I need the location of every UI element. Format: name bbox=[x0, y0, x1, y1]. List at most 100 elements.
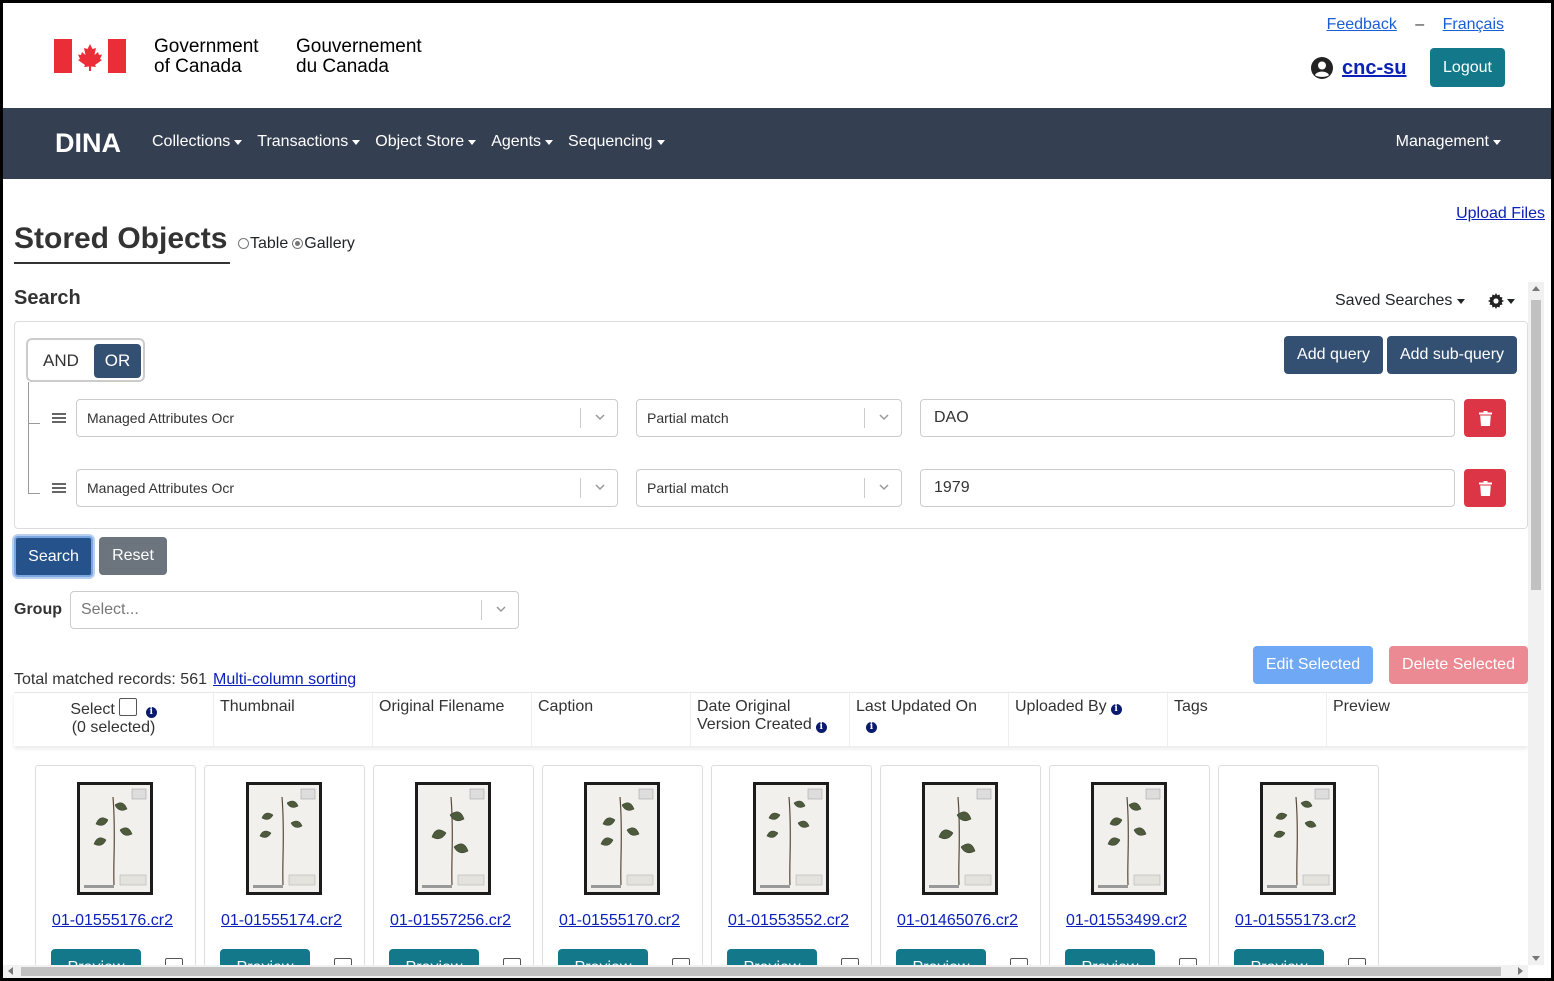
filename-link[interactable]: 01-01465076.cr2 bbox=[897, 912, 1018, 930]
and-button[interactable]: AND bbox=[34, 344, 88, 378]
nav-sequencing[interactable]: Sequencing bbox=[568, 133, 665, 151]
username-link[interactable]: cnc-su bbox=[1342, 57, 1406, 80]
preview-button[interactable]: Preview bbox=[896, 949, 986, 965]
filename-link[interactable]: 01-01555173.cr2 bbox=[1235, 912, 1356, 930]
reset-button[interactable]: Reset bbox=[99, 537, 167, 575]
filename-link[interactable]: 01-01555170.cr2 bbox=[559, 912, 680, 930]
caret-down-icon bbox=[545, 139, 554, 145]
filename-link[interactable]: 01-01555176.cr2 bbox=[52, 912, 173, 930]
nav-object-store[interactable]: Object Store bbox=[375, 133, 477, 151]
preview-button[interactable]: Preview bbox=[1065, 949, 1155, 965]
add-query-button[interactable]: Add query bbox=[1284, 336, 1383, 374]
feedback-link[interactable]: Feedback bbox=[1327, 16, 1397, 33]
query-value-input[interactable]: DAO bbox=[920, 399, 1455, 437]
select-checkbox[interactable] bbox=[672, 958, 690, 965]
preview-button[interactable]: Preview bbox=[51, 949, 141, 965]
scroll-left-icon[interactable] bbox=[8, 967, 13, 975]
info-icon[interactable]: i bbox=[815, 722, 827, 733]
gallery-card: 01-01465076.cr2 Preview bbox=[880, 765, 1041, 965]
horizontal-scrollbar[interactable] bbox=[3, 965, 1528, 978]
scrollbar-thumb[interactable] bbox=[1531, 300, 1541, 590]
delete-selected-button[interactable]: Delete Selected bbox=[1389, 646, 1528, 684]
scroll-up-icon[interactable] bbox=[1532, 286, 1540, 291]
filename-link[interactable]: 01-01553499.cr2 bbox=[1066, 912, 1187, 930]
search-button[interactable]: Search bbox=[14, 536, 93, 577]
group-select[interactable]: Select... bbox=[70, 591, 519, 629]
scrollbar-thumb[interactable] bbox=[21, 967, 1501, 976]
column-caption[interactable]: Caption bbox=[532, 693, 691, 747]
view-gallery-option[interactable]: Gallery bbox=[292, 235, 355, 253]
select-checkbox[interactable] bbox=[841, 958, 859, 965]
select-checkbox[interactable] bbox=[334, 958, 352, 965]
select-checkbox[interactable] bbox=[165, 958, 183, 965]
saved-searches-dropdown[interactable]: Saved Searches bbox=[1335, 292, 1466, 310]
logout-button[interactable]: Logout bbox=[1430, 48, 1505, 87]
filename-link[interactable]: 01-01553552.cr2 bbox=[728, 912, 849, 930]
specimen-thumbnail[interactable] bbox=[1260, 782, 1336, 895]
field-select[interactable]: Managed Attributes Ocr bbox=[76, 469, 618, 507]
delete-query-button[interactable] bbox=[1464, 399, 1506, 437]
edit-selected-button[interactable]: Edit Selected bbox=[1253, 646, 1373, 684]
caret-down-icon bbox=[234, 139, 243, 145]
select-column-label: Select bbox=[70, 701, 115, 718]
scroll-right-icon[interactable] bbox=[1518, 967, 1523, 975]
column-thumbnail[interactable]: Thumbnail bbox=[214, 693, 373, 747]
column-date-created[interactable]: Date Original Version Created i bbox=[691, 693, 850, 747]
scroll-down-icon[interactable] bbox=[1532, 956, 1540, 961]
gallery-card: 01-01555174.cr2 Preview bbox=[204, 765, 365, 965]
drag-handle-icon[interactable] bbox=[52, 413, 66, 423]
nav-collections[interactable]: Collections bbox=[152, 133, 243, 151]
preview-button[interactable]: Preview bbox=[727, 949, 817, 965]
column-preview[interactable]: Preview bbox=[1327, 693, 1528, 747]
preview-button[interactable]: Preview bbox=[558, 949, 648, 965]
specimen-thumbnail[interactable] bbox=[1091, 782, 1167, 895]
filename-link[interactable]: 01-01555174.cr2 bbox=[221, 912, 342, 930]
specimen-thumbnail[interactable] bbox=[77, 782, 153, 895]
multi-column-sorting-link[interactable]: Multi-column sorting bbox=[213, 671, 356, 688]
table-radio[interactable] bbox=[238, 238, 249, 249]
select-all-checkbox[interactable] bbox=[119, 698, 138, 716]
specimen-thumbnail[interactable] bbox=[584, 782, 660, 895]
vertical-scrollbar[interactable] bbox=[1528, 282, 1544, 965]
nav-transactions[interactable]: Transactions bbox=[257, 133, 361, 151]
specimen-thumbnail[interactable] bbox=[753, 782, 829, 895]
specimen-thumbnail[interactable] bbox=[246, 782, 322, 895]
drag-handle-icon[interactable] bbox=[52, 483, 66, 493]
nav-management[interactable]: Management bbox=[1396, 133, 1501, 151]
match-type-select[interactable]: Partial match bbox=[636, 469, 902, 507]
query-value-input[interactable]: 1979 bbox=[920, 469, 1455, 507]
column-tags[interactable]: Tags bbox=[1168, 693, 1327, 747]
specimen-thumbnail[interactable] bbox=[922, 782, 998, 895]
gov-name-fr-line2: du Canada bbox=[296, 56, 389, 77]
view-table-option[interactable]: Table bbox=[238, 235, 288, 253]
settings-dropdown[interactable] bbox=[1488, 293, 1515, 309]
nav-agents[interactable]: Agents bbox=[491, 133, 554, 151]
column-uploaded-by[interactable]: Uploaded By i bbox=[1009, 693, 1168, 747]
preview-button[interactable]: Preview bbox=[389, 949, 479, 965]
filename-link[interactable]: 01-01557256.cr2 bbox=[390, 912, 511, 930]
francais-link[interactable]: Français bbox=[1443, 16, 1504, 33]
preview-button[interactable]: Preview bbox=[220, 949, 310, 965]
column-last-updated[interactable]: Last Updated On i bbox=[850, 693, 1009, 747]
info-icon[interactable]: i bbox=[866, 722, 877, 733]
select-checkbox[interactable] bbox=[503, 958, 521, 965]
gallery-radio[interactable] bbox=[292, 238, 304, 249]
preview-button[interactable]: Preview bbox=[1234, 949, 1324, 965]
info-icon[interactable]: i bbox=[145, 707, 157, 718]
add-subquery-button[interactable]: Add sub-query bbox=[1387, 336, 1517, 374]
delete-query-button[interactable] bbox=[1464, 469, 1506, 507]
select-checkbox[interactable] bbox=[1348, 958, 1366, 965]
match-type-select[interactable]: Partial match bbox=[636, 399, 902, 437]
column-original-filename[interactable]: Original Filename bbox=[373, 693, 532, 747]
brand-logo[interactable]: DINA bbox=[55, 128, 121, 159]
view-table-label: Table bbox=[250, 235, 289, 252]
caret-down-icon bbox=[1457, 298, 1466, 304]
gov-name-en-line2: of Canada bbox=[154, 56, 242, 77]
or-button[interactable]: OR bbox=[94, 344, 141, 378]
info-icon[interactable]: i bbox=[1110, 704, 1122, 715]
select-checkbox[interactable] bbox=[1179, 958, 1197, 965]
select-checkbox[interactable] bbox=[1010, 958, 1028, 965]
specimen-thumbnail[interactable] bbox=[415, 782, 491, 895]
field-select[interactable]: Managed Attributes Ocr bbox=[76, 399, 618, 437]
upload-files-link[interactable]: Upload Files bbox=[1456, 205, 1545, 223]
